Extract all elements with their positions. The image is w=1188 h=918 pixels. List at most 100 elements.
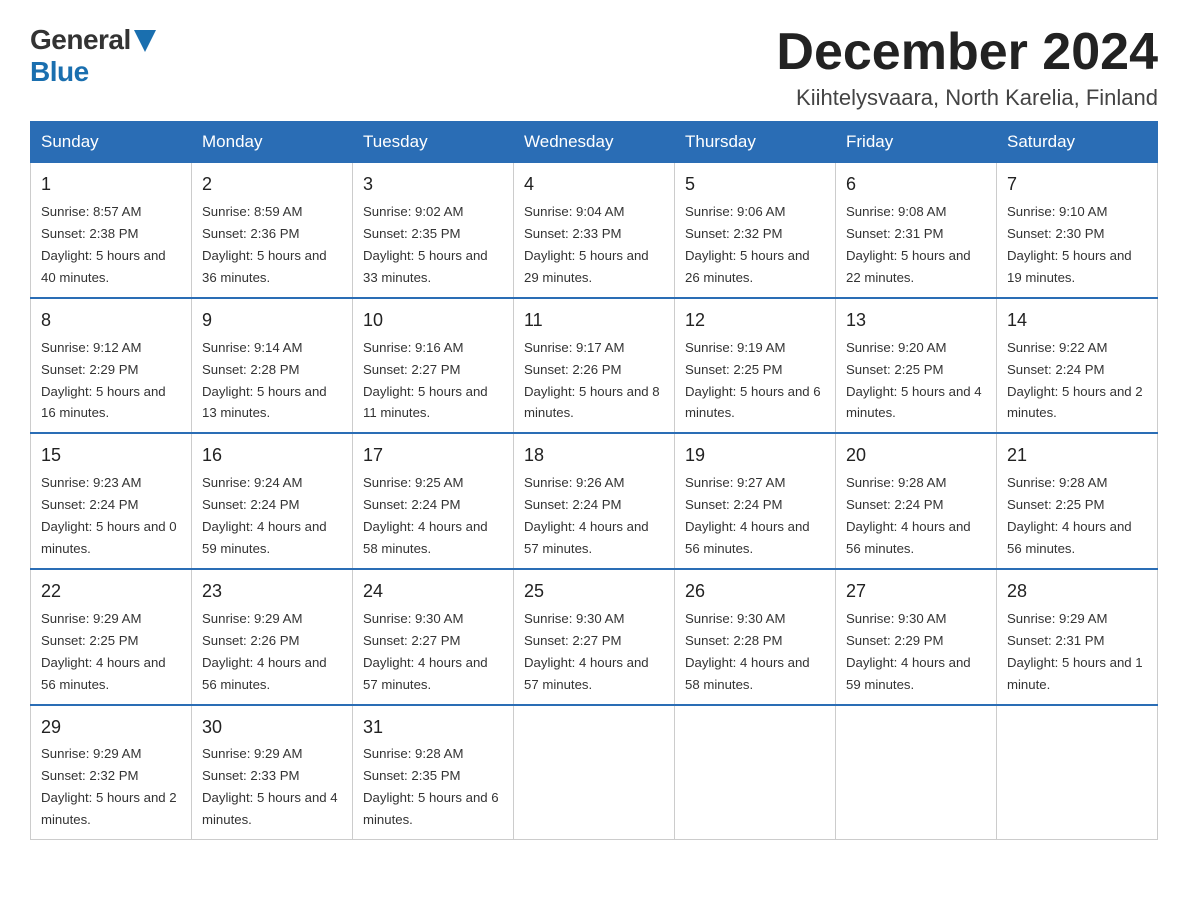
calendar-cell: 28 Sunrise: 9:29 AMSunset: 2:31 PMDaylig… [997,569,1158,705]
calendar-cell: 26 Sunrise: 9:30 AMSunset: 2:28 PMDaylig… [675,569,836,705]
col-header-tuesday: Tuesday [353,122,514,163]
calendar-cell: 17 Sunrise: 9:25 AMSunset: 2:24 PMDaylig… [353,433,514,569]
day-number: 8 [41,307,181,335]
day-info: Sunrise: 9:28 AMSunset: 2:25 PMDaylight:… [1007,475,1132,556]
calendar-week-row: 29 Sunrise: 9:29 AMSunset: 2:32 PMDaylig… [31,705,1158,840]
calendar-cell: 20 Sunrise: 9:28 AMSunset: 2:24 PMDaylig… [836,433,997,569]
day-number: 17 [363,442,503,470]
calendar-cell: 25 Sunrise: 9:30 AMSunset: 2:27 PMDaylig… [514,569,675,705]
day-number: 23 [202,578,342,606]
calendar-cell: 24 Sunrise: 9:30 AMSunset: 2:27 PMDaylig… [353,569,514,705]
col-header-saturday: Saturday [997,122,1158,163]
day-info: Sunrise: 9:29 AMSunset: 2:26 PMDaylight:… [202,611,327,692]
day-info: Sunrise: 9:22 AMSunset: 2:24 PMDaylight:… [1007,340,1143,421]
day-info: Sunrise: 9:27 AMSunset: 2:24 PMDaylight:… [685,475,810,556]
day-info: Sunrise: 9:29 AMSunset: 2:25 PMDaylight:… [41,611,166,692]
day-number: 15 [41,442,181,470]
calendar-cell: 9 Sunrise: 9:14 AMSunset: 2:28 PMDayligh… [192,298,353,434]
day-info: Sunrise: 9:20 AMSunset: 2:25 PMDaylight:… [846,340,982,421]
day-info: Sunrise: 9:10 AMSunset: 2:30 PMDaylight:… [1007,204,1132,285]
day-number: 6 [846,171,986,199]
day-info: Sunrise: 9:28 AMSunset: 2:35 PMDaylight:… [363,746,499,827]
day-number: 20 [846,442,986,470]
day-number: 29 [41,714,181,742]
day-info: Sunrise: 8:59 AMSunset: 2:36 PMDaylight:… [202,204,327,285]
day-info: Sunrise: 9:29 AMSunset: 2:33 PMDaylight:… [202,746,338,827]
calendar-cell: 21 Sunrise: 9:28 AMSunset: 2:25 PMDaylig… [997,433,1158,569]
day-number: 19 [685,442,825,470]
calendar-cell: 15 Sunrise: 9:23 AMSunset: 2:24 PMDaylig… [31,433,192,569]
day-number: 30 [202,714,342,742]
calendar-cell [997,705,1158,840]
day-info: Sunrise: 9:28 AMSunset: 2:24 PMDaylight:… [846,475,971,556]
col-header-sunday: Sunday [31,122,192,163]
day-info: Sunrise: 9:12 AMSunset: 2:29 PMDaylight:… [41,340,166,421]
logo-blue-text: Blue [30,56,89,88]
logo: General Blue [30,24,156,88]
calendar-cell: 5 Sunrise: 9:06 AMSunset: 2:32 PMDayligh… [675,163,836,298]
day-number: 14 [1007,307,1147,335]
logo-triangle-icon [134,30,156,52]
day-info: Sunrise: 9:17 AMSunset: 2:26 PMDaylight:… [524,340,660,421]
day-info: Sunrise: 9:08 AMSunset: 2:31 PMDaylight:… [846,204,971,285]
calendar-week-row: 8 Sunrise: 9:12 AMSunset: 2:29 PMDayligh… [31,298,1158,434]
day-info: Sunrise: 9:06 AMSunset: 2:32 PMDaylight:… [685,204,810,285]
calendar-cell: 3 Sunrise: 9:02 AMSunset: 2:35 PMDayligh… [353,163,514,298]
day-info: Sunrise: 9:25 AMSunset: 2:24 PMDaylight:… [363,475,488,556]
day-info: Sunrise: 9:14 AMSunset: 2:28 PMDaylight:… [202,340,327,421]
day-number: 16 [202,442,342,470]
day-info: Sunrise: 8:57 AMSunset: 2:38 PMDaylight:… [41,204,166,285]
day-number: 11 [524,307,664,335]
day-number: 7 [1007,171,1147,199]
calendar-cell: 30 Sunrise: 9:29 AMSunset: 2:33 PMDaylig… [192,705,353,840]
month-title: December 2024 [776,24,1158,81]
day-info: Sunrise: 9:24 AMSunset: 2:24 PMDaylight:… [202,475,327,556]
day-number: 21 [1007,442,1147,470]
day-info: Sunrise: 9:29 AMSunset: 2:32 PMDaylight:… [41,746,177,827]
calendar-cell: 2 Sunrise: 8:59 AMSunset: 2:36 PMDayligh… [192,163,353,298]
calendar-table: SundayMondayTuesdayWednesdayThursdayFrid… [30,121,1158,840]
calendar-cell [514,705,675,840]
logo-general-text: General [30,24,131,56]
calendar-cell [836,705,997,840]
calendar-cell: 4 Sunrise: 9:04 AMSunset: 2:33 PMDayligh… [514,163,675,298]
calendar-header-row: SundayMondayTuesdayWednesdayThursdayFrid… [31,122,1158,163]
day-number: 31 [363,714,503,742]
day-number: 18 [524,442,664,470]
calendar-week-row: 15 Sunrise: 9:23 AMSunset: 2:24 PMDaylig… [31,433,1158,569]
calendar-cell: 27 Sunrise: 9:30 AMSunset: 2:29 PMDaylig… [836,569,997,705]
location-title: Kiihtelysvaara, North Karelia, Finland [776,85,1158,111]
day-number: 5 [685,171,825,199]
day-number: 22 [41,578,181,606]
day-number: 4 [524,171,664,199]
page-header: General Blue December 2024 Kiihtelysvaar… [30,24,1158,111]
calendar-cell: 8 Sunrise: 9:12 AMSunset: 2:29 PMDayligh… [31,298,192,434]
day-number: 13 [846,307,986,335]
day-info: Sunrise: 9:30 AMSunset: 2:27 PMDaylight:… [524,611,649,692]
day-info: Sunrise: 9:04 AMSunset: 2:33 PMDaylight:… [524,204,649,285]
day-number: 27 [846,578,986,606]
day-number: 1 [41,171,181,199]
calendar-cell: 22 Sunrise: 9:29 AMSunset: 2:25 PMDaylig… [31,569,192,705]
day-info: Sunrise: 9:30 AMSunset: 2:27 PMDaylight:… [363,611,488,692]
day-number: 26 [685,578,825,606]
day-info: Sunrise: 9:19 AMSunset: 2:25 PMDaylight:… [685,340,821,421]
col-header-monday: Monday [192,122,353,163]
calendar-cell: 29 Sunrise: 9:29 AMSunset: 2:32 PMDaylig… [31,705,192,840]
calendar-cell: 1 Sunrise: 8:57 AMSunset: 2:38 PMDayligh… [31,163,192,298]
col-header-thursday: Thursday [675,122,836,163]
title-section: December 2024 Kiihtelysvaara, North Kare… [776,24,1158,111]
calendar-cell: 6 Sunrise: 9:08 AMSunset: 2:31 PMDayligh… [836,163,997,298]
day-info: Sunrise: 9:30 AMSunset: 2:28 PMDaylight:… [685,611,810,692]
calendar-cell: 11 Sunrise: 9:17 AMSunset: 2:26 PMDaylig… [514,298,675,434]
calendar-week-row: 22 Sunrise: 9:29 AMSunset: 2:25 PMDaylig… [31,569,1158,705]
calendar-cell: 16 Sunrise: 9:24 AMSunset: 2:24 PMDaylig… [192,433,353,569]
day-info: Sunrise: 9:16 AMSunset: 2:27 PMDaylight:… [363,340,488,421]
day-number: 24 [363,578,503,606]
day-number: 3 [363,171,503,199]
day-info: Sunrise: 9:02 AMSunset: 2:35 PMDaylight:… [363,204,488,285]
day-number: 9 [202,307,342,335]
day-info: Sunrise: 9:29 AMSunset: 2:31 PMDaylight:… [1007,611,1143,692]
calendar-cell [675,705,836,840]
calendar-cell: 18 Sunrise: 9:26 AMSunset: 2:24 PMDaylig… [514,433,675,569]
